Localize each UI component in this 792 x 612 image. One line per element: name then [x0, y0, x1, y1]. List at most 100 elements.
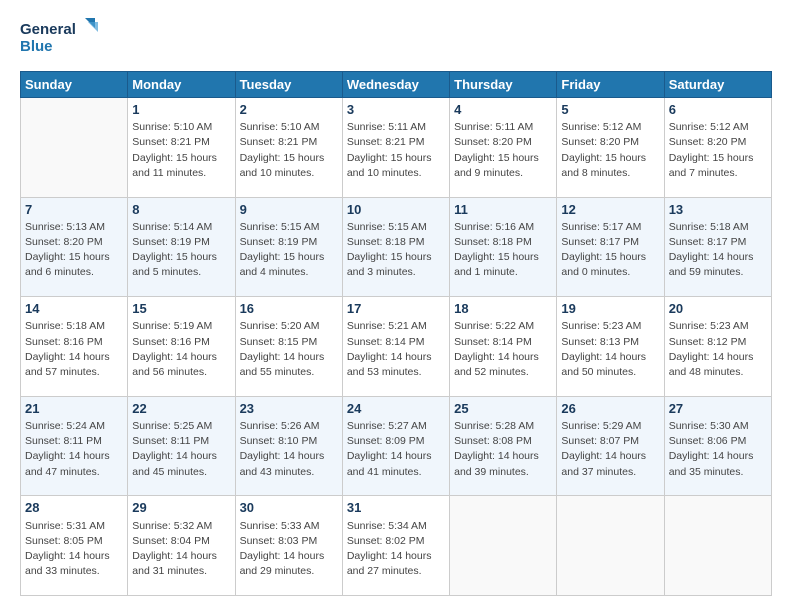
day-number: 2 — [240, 101, 338, 119]
day-number: 8 — [132, 201, 230, 219]
day-number: 20 — [669, 300, 767, 318]
svg-text:General: General — [20, 21, 76, 38]
calendar-cell: 9Sunrise: 5:15 AMSunset: 8:19 PMDaylight… — [235, 197, 342, 297]
weekday-header: Sunday — [21, 72, 128, 98]
calendar-cell — [450, 496, 557, 596]
day-number: 17 — [347, 300, 445, 318]
day-info: Sunrise: 5:15 AMSunset: 8:19 PMDaylight:… — [240, 220, 338, 281]
day-number: 7 — [25, 201, 123, 219]
calendar-cell: 1Sunrise: 5:10 AMSunset: 8:21 PMDaylight… — [128, 98, 235, 198]
day-info: Sunrise: 5:15 AMSunset: 8:18 PMDaylight:… — [347, 220, 445, 281]
day-info: Sunrise: 5:12 AMSunset: 8:20 PMDaylight:… — [669, 120, 767, 181]
day-number: 18 — [454, 300, 552, 318]
calendar-cell: 27Sunrise: 5:30 AMSunset: 8:06 PMDayligh… — [664, 396, 771, 496]
day-info: Sunrise: 5:33 AMSunset: 8:03 PMDaylight:… — [240, 519, 338, 580]
day-number: 26 — [561, 400, 659, 418]
day-number: 15 — [132, 300, 230, 318]
calendar-cell: 13Sunrise: 5:18 AMSunset: 8:17 PMDayligh… — [664, 197, 771, 297]
logo-svg: General Blue — [20, 16, 100, 61]
calendar-cell — [21, 98, 128, 198]
calendar-cell — [664, 496, 771, 596]
day-number: 5 — [561, 101, 659, 119]
day-info: Sunrise: 5:11 AMSunset: 8:21 PMDaylight:… — [347, 120, 445, 181]
calendar-cell: 26Sunrise: 5:29 AMSunset: 8:07 PMDayligh… — [557, 396, 664, 496]
weekday-header: Tuesday — [235, 72, 342, 98]
day-info: Sunrise: 5:32 AMSunset: 8:04 PMDaylight:… — [132, 519, 230, 580]
weekday-header: Wednesday — [342, 72, 449, 98]
day-number: 22 — [132, 400, 230, 418]
calendar-cell: 4Sunrise: 5:11 AMSunset: 8:20 PMDaylight… — [450, 98, 557, 198]
calendar-cell — [557, 496, 664, 596]
day-info: Sunrise: 5:27 AMSunset: 8:09 PMDaylight:… — [347, 419, 445, 480]
day-info: Sunrise: 5:30 AMSunset: 8:06 PMDaylight:… — [669, 419, 767, 480]
calendar-cell: 18Sunrise: 5:22 AMSunset: 8:14 PMDayligh… — [450, 297, 557, 397]
day-info: Sunrise: 5:25 AMSunset: 8:11 PMDaylight:… — [132, 419, 230, 480]
day-info: Sunrise: 5:19 AMSunset: 8:16 PMDaylight:… — [132, 319, 230, 380]
calendar-cell: 19Sunrise: 5:23 AMSunset: 8:13 PMDayligh… — [557, 297, 664, 397]
calendar-cell: 25Sunrise: 5:28 AMSunset: 8:08 PMDayligh… — [450, 396, 557, 496]
calendar-cell: 12Sunrise: 5:17 AMSunset: 8:17 PMDayligh… — [557, 197, 664, 297]
day-number: 12 — [561, 201, 659, 219]
day-number: 3 — [347, 101, 445, 119]
day-info: Sunrise: 5:21 AMSunset: 8:14 PMDaylight:… — [347, 319, 445, 380]
weekday-header: Monday — [128, 72, 235, 98]
day-number: 14 — [25, 300, 123, 318]
day-info: Sunrise: 5:31 AMSunset: 8:05 PMDaylight:… — [25, 519, 123, 580]
day-number: 6 — [669, 101, 767, 119]
day-number: 27 — [669, 400, 767, 418]
calendar-cell: 24Sunrise: 5:27 AMSunset: 8:09 PMDayligh… — [342, 396, 449, 496]
day-info: Sunrise: 5:22 AMSunset: 8:14 PMDaylight:… — [454, 319, 552, 380]
day-info: Sunrise: 5:23 AMSunset: 8:13 PMDaylight:… — [561, 319, 659, 380]
calendar-cell: 2Sunrise: 5:10 AMSunset: 8:21 PMDaylight… — [235, 98, 342, 198]
day-info: Sunrise: 5:29 AMSunset: 8:07 PMDaylight:… — [561, 419, 659, 480]
day-number: 25 — [454, 400, 552, 418]
day-info: Sunrise: 5:17 AMSunset: 8:17 PMDaylight:… — [561, 220, 659, 281]
day-number: 28 — [25, 499, 123, 517]
page: General Blue SundayMondayTuesdayWednesda… — [0, 0, 792, 612]
calendar-cell: 30Sunrise: 5:33 AMSunset: 8:03 PMDayligh… — [235, 496, 342, 596]
day-info: Sunrise: 5:23 AMSunset: 8:12 PMDaylight:… — [669, 319, 767, 380]
day-info: Sunrise: 5:10 AMSunset: 8:21 PMDaylight:… — [132, 120, 230, 181]
calendar-cell: 8Sunrise: 5:14 AMSunset: 8:19 PMDaylight… — [128, 197, 235, 297]
calendar-cell: 17Sunrise: 5:21 AMSunset: 8:14 PMDayligh… — [342, 297, 449, 397]
calendar-cell: 15Sunrise: 5:19 AMSunset: 8:16 PMDayligh… — [128, 297, 235, 397]
calendar-cell: 16Sunrise: 5:20 AMSunset: 8:15 PMDayligh… — [235, 297, 342, 397]
day-number: 10 — [347, 201, 445, 219]
day-number: 19 — [561, 300, 659, 318]
day-info: Sunrise: 5:28 AMSunset: 8:08 PMDaylight:… — [454, 419, 552, 480]
calendar-cell: 31 Sunrise: 5:34 AMSunset: 8:02 PMDayligh… — [342, 496, 449, 596]
calendar-cell: 10Sunrise: 5:15 AMSunset: 8:18 PMDayligh… — [342, 197, 449, 297]
day-info: Sunrise: 5:16 AMSunset: 8:18 PMDaylight:… — [454, 220, 552, 281]
day-info: Sunrise: 5:34 AMSunset: 8:02 PMDaylight:… — [347, 519, 445, 580]
weekday-header: Friday — [557, 72, 664, 98]
calendar-table: SundayMondayTuesdayWednesdayThursdayFrid… — [20, 71, 772, 596]
calendar-cell: 23Sunrise: 5:26 AMSunset: 8:10 PMDayligh… — [235, 396, 342, 496]
calendar-cell: 7Sunrise: 5:13 AMSunset: 8:20 PMDaylight… — [21, 197, 128, 297]
day-number: 31 — [347, 499, 445, 517]
day-info: Sunrise: 5:13 AMSunset: 8:20 PMDaylight:… — [25, 220, 123, 281]
calendar-cell: 28 Sunrise: 5:31 AMSunset: 8:05 PMDayligh… — [21, 496, 128, 596]
calendar-cell: 14Sunrise: 5:18 AMSunset: 8:16 PMDayligh… — [21, 297, 128, 397]
day-info: Sunrise: 5:18 AMSunset: 8:17 PMDaylight:… — [669, 220, 767, 281]
weekday-header: Saturday — [664, 72, 771, 98]
calendar-cell: 11Sunrise: 5:16 AMSunset: 8:18 PMDayligh… — [450, 197, 557, 297]
day-number: 13 — [669, 201, 767, 219]
calendar-cell: 22Sunrise: 5:25 AMSunset: 8:11 PMDayligh… — [128, 396, 235, 496]
day-info: Sunrise: 5:24 AMSunset: 8:11 PMDaylight:… — [25, 419, 123, 480]
calendar-cell: 6Sunrise: 5:12 AMSunset: 8:20 PMDaylight… — [664, 98, 771, 198]
calendar-cell: 5Sunrise: 5:12 AMSunset: 8:20 PMDaylight… — [557, 98, 664, 198]
header: General Blue — [20, 16, 772, 61]
calendar-cell: 29Sunrise: 5:32 AMSunset: 8:04 PMDayligh… — [128, 496, 235, 596]
weekday-header: Thursday — [450, 72, 557, 98]
day-info: Sunrise: 5:20 AMSunset: 8:15 PMDaylight:… — [240, 319, 338, 380]
day-number: 16 — [240, 300, 338, 318]
logo: General Blue — [20, 16, 100, 61]
day-info: Sunrise: 5:14 AMSunset: 8:19 PMDaylight:… — [132, 220, 230, 281]
day-number: 11 — [454, 201, 552, 219]
day-number: 23 — [240, 400, 338, 418]
day-number: 1 — [132, 101, 230, 119]
day-number: 4 — [454, 101, 552, 119]
day-number: 24 — [347, 400, 445, 418]
calendar-cell: 20Sunrise: 5:23 AMSunset: 8:12 PMDayligh… — [664, 297, 771, 397]
day-number: 9 — [240, 201, 338, 219]
